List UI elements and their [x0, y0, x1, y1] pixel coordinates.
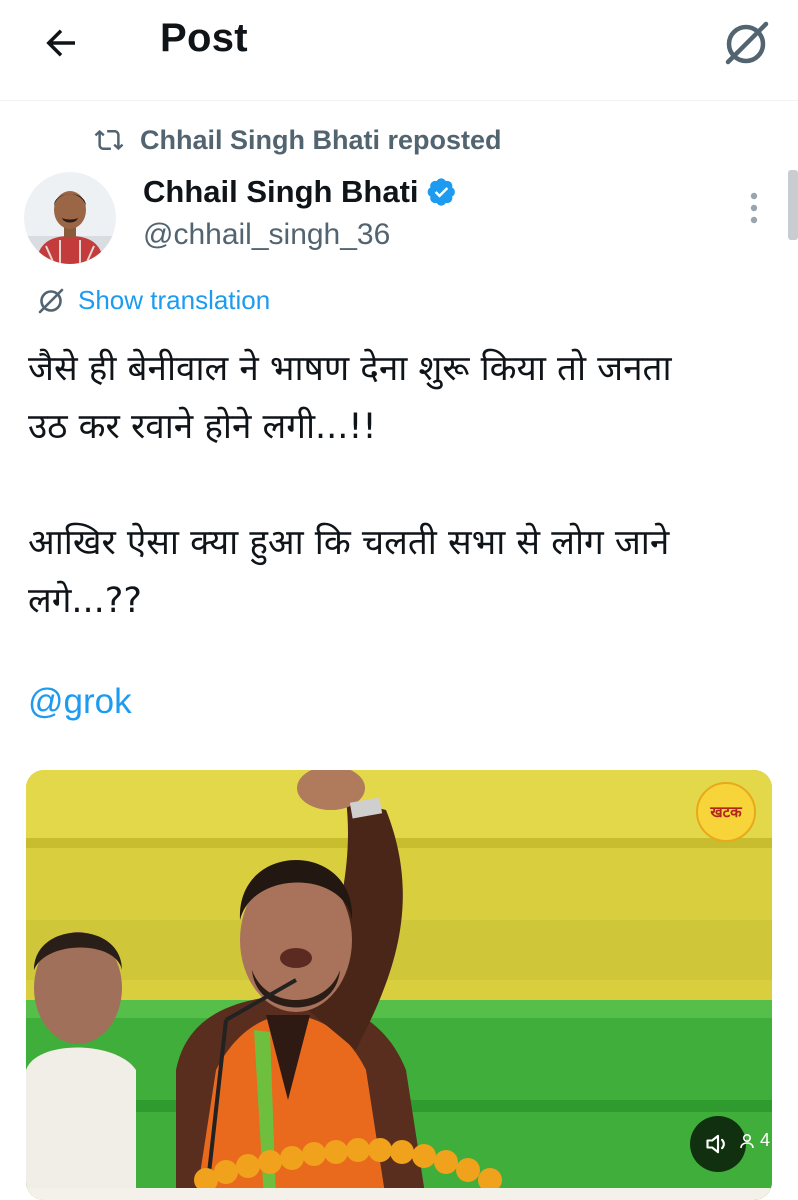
post-text-line: जैसे ही बेनीवाल ने भाषण देना शुरू किया त… [28, 349, 672, 389]
arrow-left-icon [46, 29, 75, 57]
verified-badge-icon [427, 177, 457, 207]
show-translation-button[interactable]: Show translation [36, 282, 270, 318]
author-handle[interactable]: @chhail_singh_36 [143, 218, 390, 252]
author-name[interactable]: Chhail Singh Bhati [143, 174, 457, 210]
repost-icon [92, 123, 126, 157]
view-count: 4 [738, 1130, 770, 1151]
scrollbar-thumb[interactable] [788, 170, 798, 240]
more-options-button[interactable] [734, 188, 774, 228]
translate-icon [36, 285, 66, 315]
post-page: Post Chhail Singh Bhati reposted Chhail … [0, 0, 798, 1200]
author-name-text: Chhail Singh Bhati [143, 174, 419, 209]
more-vertical-icon [750, 192, 758, 224]
grok-icon [725, 21, 769, 65]
top-app-bar: Post [0, 0, 798, 101]
person-icon [740, 1133, 754, 1148]
grok-button[interactable] [716, 12, 776, 72]
mention-link[interactable]: @grok [28, 682, 132, 722]
author-avatar[interactable] [24, 172, 116, 264]
post-text-line: लगे...?? [28, 581, 142, 621]
post-text-line: उठ कर रवाने होने लगी...!! [28, 407, 377, 447]
post-text-line: आखिर ऐसा क्या हुआ कि चलती सभा से लोग जान… [28, 523, 670, 563]
back-button[interactable] [36, 18, 86, 68]
show-translation-label: Show translation [78, 284, 271, 315]
post-text: जैसे ही बेनीवाल ने भाषण देना शुरू किया त… [28, 340, 768, 630]
channel-logo: खटक [696, 782, 756, 842]
page-title: Post [160, 16, 248, 60]
view-count-value: 4 [760, 1130, 771, 1150]
post-video[interactable]: खटक 4 [26, 770, 772, 1200]
volume-icon [706, 1134, 725, 1154]
video-thumbnail [26, 770, 772, 1200]
repost-indicator[interactable]: Chhail Singh Bhati reposted [92, 120, 502, 160]
repost-label: Chhail Singh Bhati reposted [140, 124, 502, 155]
